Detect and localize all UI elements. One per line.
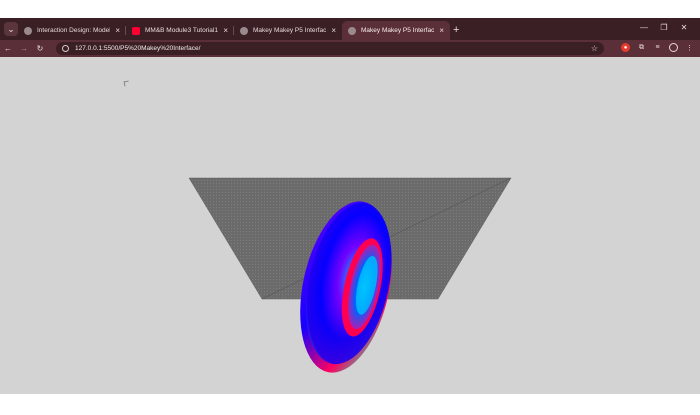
globe-icon [240,26,248,35]
globe-icon [348,26,356,35]
record-extension-icon[interactable]: ● [621,43,630,52]
3d-scene [188,177,512,373]
close-icon[interactable]: × [115,26,120,35]
close-icon[interactable]: × [331,26,336,35]
tab-interaction-design[interactable]: Interaction Design: Modelling × [18,21,126,40]
extension-area: ● ⧉ ≡ ⋮ [621,43,694,52]
tab-search-button[interactable]: ⌄ [4,22,18,36]
p5-canvas[interactable] [0,57,700,394]
tab-title: MM&B Module3 Tutorial1 - YouTube [145,27,218,34]
browser-menu-icon[interactable]: ⋮ [685,43,694,52]
address-bar[interactable]: 127.0.0.1:5500/P5%20Makey%20Interface/ ☆ [56,42,604,55]
minimize-button[interactable]: — [634,23,654,32]
restore-button[interactable]: ❐ [654,23,674,32]
tab-list: Interaction Design: Modelling × MM&B Mod… [18,21,459,40]
close-icon[interactable]: × [223,26,228,35]
url-text[interactable]: 127.0.0.1:5500/P5%20Makey%20Interface/ [75,45,591,52]
youtube-icon [132,26,140,35]
globe-icon [24,26,32,35]
tab-youtube-tutorial[interactable]: MM&B Module3 Tutorial1 - YouTube × [126,21,234,40]
media-control-icon[interactable]: ≡ [653,43,662,52]
tab-strip: ⌄ Interaction Design: Modelling × MM&B M… [0,18,700,40]
extensions-puzzle-icon[interactable]: ⧉ [637,43,646,52]
close-icon[interactable]: × [439,26,444,35]
close-window-button[interactable]: ✕ [674,23,694,32]
mouse-cursor-icon [123,80,130,87]
bookmark-star-icon[interactable]: ☆ [591,44,598,53]
browser-window: ⌄ Interaction Design: Modelling × MM&B M… [0,18,700,394]
window-controls: — ❐ ✕ [634,23,694,32]
site-info-icon[interactable] [62,45,69,52]
tab-makey-makey-1[interactable]: Makey Makey P5 Interface × [234,21,342,40]
profile-avatar-icon[interactable] [669,43,678,52]
tab-makey-makey-active[interactable]: Makey Makey P5 Interface × [342,21,450,40]
address-toolbar: ← → ↻ 127.0.0.1:5500/P5%20Makey%20Interf… [0,40,700,57]
back-button[interactable]: ← [0,44,16,53]
tab-title: Interaction Design: Modelling [37,27,110,34]
forward-button[interactable]: → [16,44,32,53]
new-tab-button[interactable]: + [453,21,459,40]
reload-button[interactable]: ↻ [32,44,48,53]
tab-title: Makey Makey P5 Interface [361,27,435,34]
tab-title: Makey Makey P5 Interface [253,27,327,34]
